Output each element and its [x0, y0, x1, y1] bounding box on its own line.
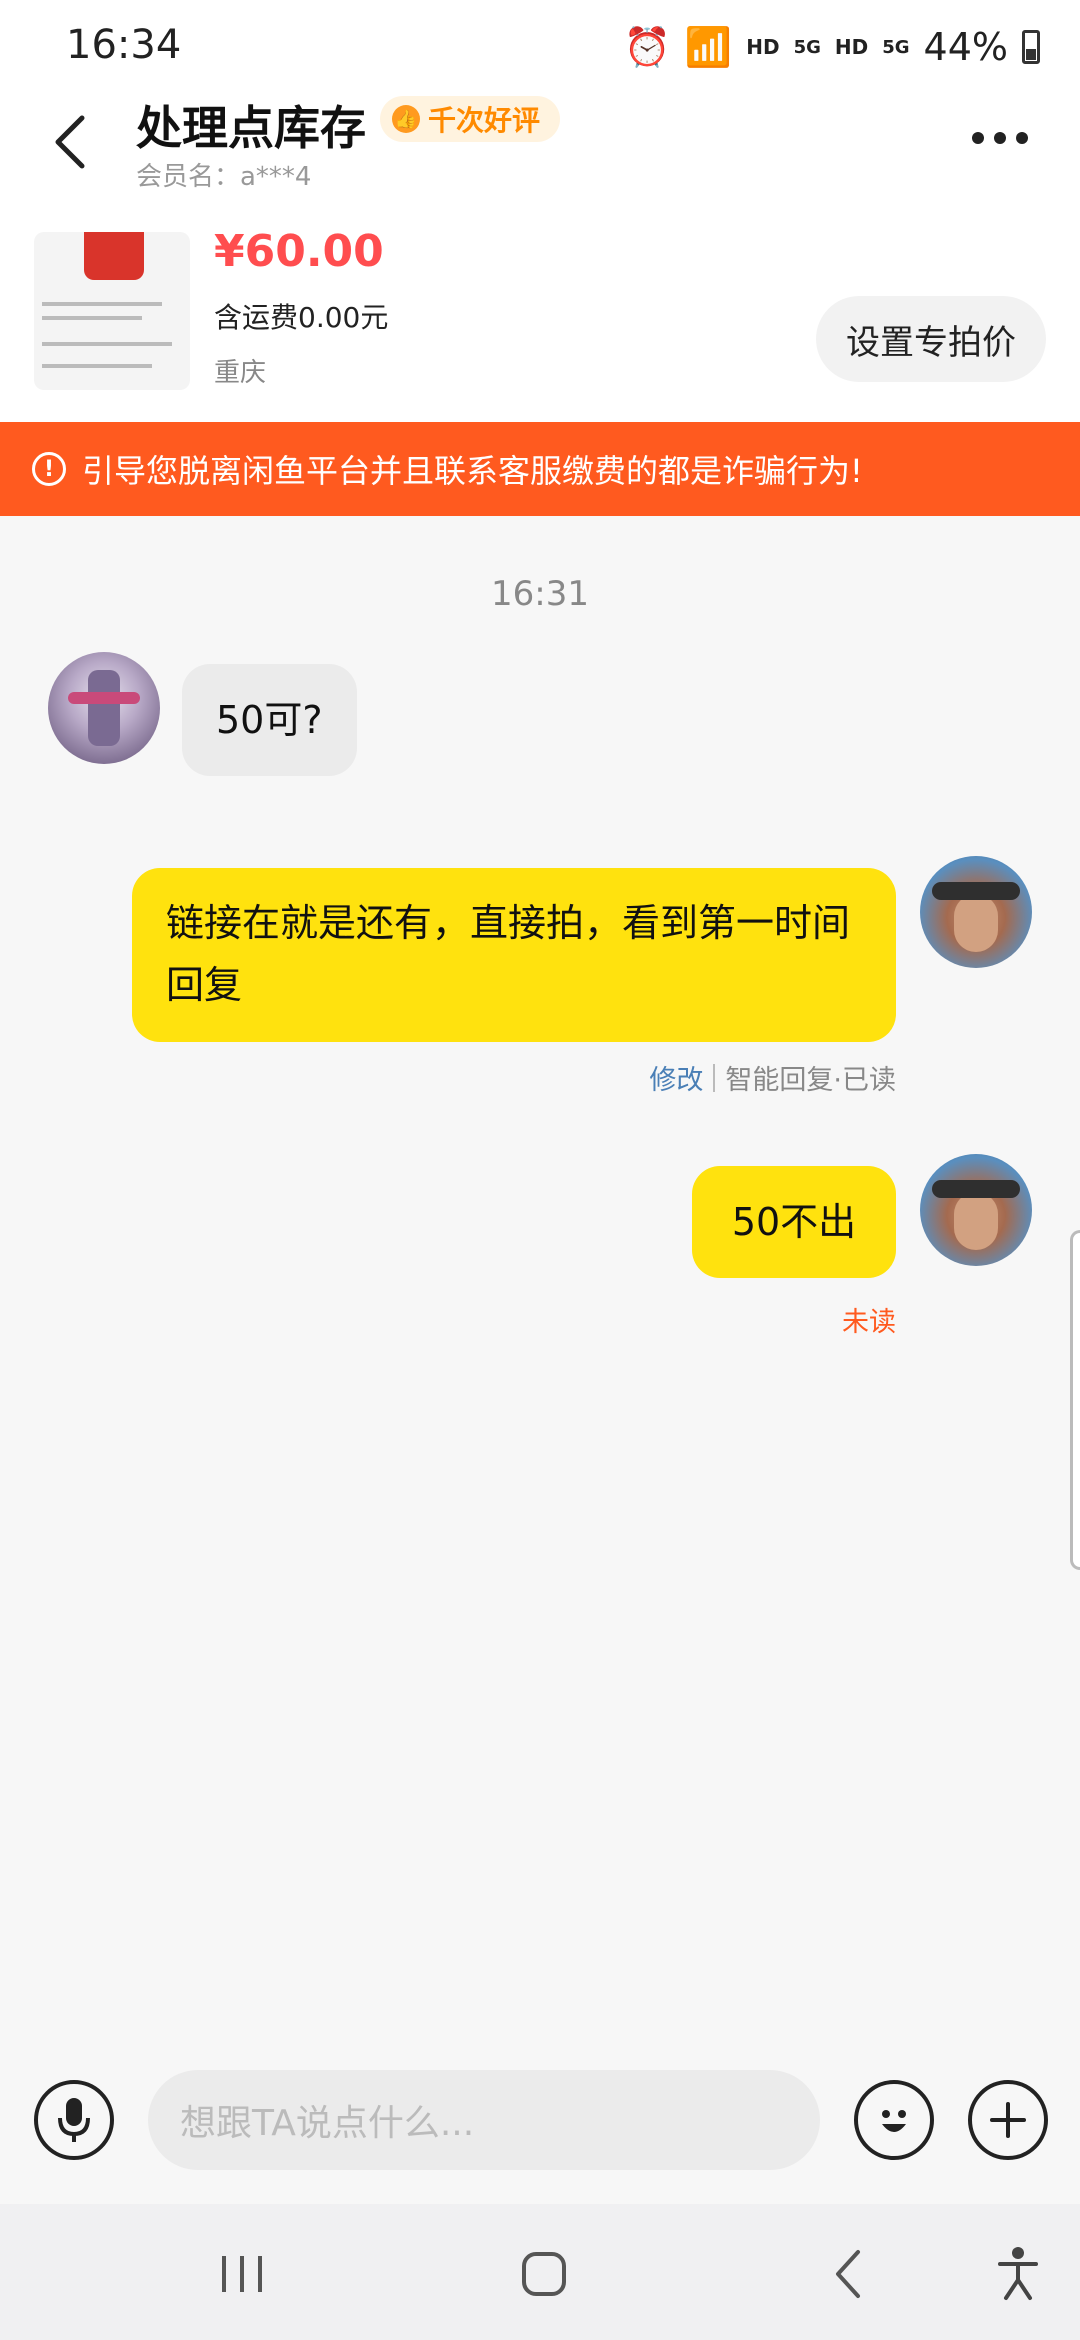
product-location: 重庆 — [214, 358, 267, 388]
unread-status: 未读 — [842, 1307, 896, 1338]
thumbnail-line — [42, 364, 152, 368]
back-arrow-icon — [55, 115, 85, 169]
thumbnail-figure — [84, 232, 144, 280]
more-icon-dot — [1016, 132, 1028, 144]
thumbnail-line — [42, 342, 172, 346]
more-icon-dot — [994, 132, 1006, 144]
more-icon — [972, 132, 984, 144]
thumbnail-line — [42, 316, 142, 320]
message-bubble-outgoing[interactable]: 链接在就是还有，直接拍，看到第一时间回复 — [132, 868, 896, 1042]
more-actions-button[interactable] — [968, 2080, 1048, 2160]
status-icons: ⏰ 📶 HD 5G HD 5G 44% — [624, 22, 1040, 72]
message-input[interactable]: 想跟TA说点什么... — [148, 2070, 820, 2170]
recent-apps-button[interactable] — [202, 2244, 282, 2304]
microphone-icon — [58, 2098, 90, 2142]
product-card[interactable]: ¥60.00 含运费0.00元 重庆 设置专拍价 — [0, 200, 1080, 422]
status-time: 16:34 — [66, 22, 182, 68]
product-shipping: 含运费0.00元 — [214, 301, 389, 334]
network-label-1: HD — [746, 35, 780, 59]
alarm-icon: ⏰ — [623, 24, 671, 69]
message-meta: 修改 智能回复·已读 — [649, 1058, 896, 1097]
accessibility-button[interactable] — [978, 2244, 1058, 2304]
system-nav-bar — [0, 2204, 1080, 2340]
chat-timestamp: 16:31 — [491, 574, 589, 614]
read-status: 智能回复·已读 — [725, 1065, 896, 1096]
my-avatar[interactable] — [920, 856, 1032, 968]
signal-label-1: 5G — [793, 36, 821, 58]
system-back-button[interactable] — [808, 2244, 888, 2304]
fraud-warning-banner: ! 引导您脱离闲鱼平台并且联系客服缴费的都是诈骗行为! — [0, 422, 1080, 516]
badge-label: 千次好评 — [428, 104, 541, 137]
message-bubble-incoming[interactable]: 50可? — [182, 664, 357, 776]
battery-percent: 44% — [923, 25, 1008, 69]
signal-label-2: 5G — [882, 36, 910, 58]
battery-icon — [1022, 30, 1040, 64]
product-thumbnail[interactable] — [34, 232, 190, 390]
voice-button[interactable] — [34, 2080, 114, 2160]
other-user-avatar[interactable] — [48, 652, 160, 764]
network-label-2: HD — [834, 35, 869, 59]
status-bar: 16:34 ⏰ 📶 HD 5G HD 5G 44% — [0, 0, 1080, 92]
scroll-handle[interactable] — [1070, 1230, 1080, 1570]
product-price: ¥60.00 — [214, 226, 384, 277]
emoji-icon — [882, 2110, 906, 2132]
thumbs-up-icon: 👍 — [392, 105, 420, 133]
accessibility-icon — [998, 2247, 1038, 2300]
input-bar: 想跟TA说点什么... — [0, 2040, 1080, 2200]
system-back-icon — [836, 2250, 860, 2298]
chat-header: 处理点库存 👍 千次好评 会员名：a***4 — [0, 92, 1080, 200]
thumbnail-line — [42, 302, 162, 306]
home-button[interactable] — [504, 2244, 584, 2304]
recent-apps-icon — [222, 2256, 262, 2292]
member-name: 会员名：a***4 — [136, 162, 312, 192]
emoji-button[interactable] — [854, 2080, 934, 2160]
wifi-icon: 📶 — [684, 24, 733, 69]
set-special-price-button[interactable]: 设置专拍价 — [816, 296, 1046, 382]
warning-text: 引导您脱离闲鱼平台并且联系客服缴费的都是诈骗行为! — [82, 452, 863, 490]
rating-badge: 👍 千次好评 — [380, 96, 561, 142]
more-button[interactable] — [960, 108, 1040, 168]
plus-icon — [990, 2102, 1026, 2138]
my-avatar[interactable] — [920, 1154, 1032, 1266]
message-bubble-outgoing[interactable]: 50不出 — [692, 1166, 896, 1278]
home-icon — [522, 2252, 566, 2296]
back-button[interactable] — [40, 102, 100, 182]
alert-icon: ! — [32, 452, 66, 486]
page-title: 处理点库存 — [136, 101, 366, 155]
edit-link[interactable]: 修改 — [649, 1058, 703, 1097]
meta-divider — [713, 1063, 716, 1092]
